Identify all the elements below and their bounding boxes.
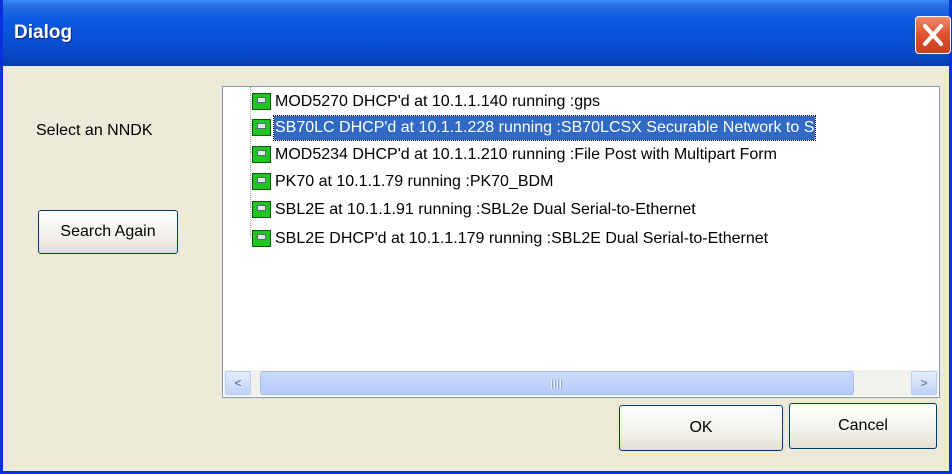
tree-item-label: PK70 at 10.1.1.79 running :PK70_BDM bbox=[275, 173, 554, 190]
horizontal-scrollbar[interactable]: < > bbox=[224, 370, 938, 396]
device-tree-view[interactable]: MOD5270 DHCP'd at 10.1.1.140 running :gp… bbox=[222, 86, 940, 398]
close-icon bbox=[923, 24, 943, 46]
window-title: Dialog bbox=[14, 22, 73, 43]
network-device-icon bbox=[252, 146, 271, 163]
tree-item-label: SB70LC DHCP'd at 10.1.1.228 running :SB7… bbox=[272, 115, 817, 141]
chevron-right-icon: > bbox=[920, 376, 928, 390]
scroll-right-button[interactable]: > bbox=[911, 371, 937, 395]
tree-item-label: MOD5270 DHCP'd at 10.1.1.140 running :gp… bbox=[275, 93, 601, 110]
tree-item-label: SBL2E at 10.1.1.91 running :SBL2e Dual S… bbox=[275, 201, 696, 218]
title-bar[interactable]: Dialog bbox=[3, 0, 951, 66]
close-button[interactable] bbox=[915, 16, 951, 54]
network-device-icon bbox=[252, 93, 271, 110]
scrollbar-thumb[interactable] bbox=[260, 371, 854, 395]
tree-item-label: SBL2E DHCP'd at 10.1.1.179 running :SBL2… bbox=[275, 230, 769, 247]
tree-connector-lines bbox=[250, 87, 263, 238]
ok-button[interactable]: OK bbox=[619, 405, 783, 451]
network-device-icon bbox=[252, 173, 271, 190]
search-again-button[interactable]: Search Again bbox=[38, 210, 178, 254]
grip-icon bbox=[551, 379, 563, 389]
chevron-left-icon: < bbox=[234, 376, 242, 390]
cancel-button[interactable]: Cancel bbox=[789, 403, 937, 449]
tree-item-label: MOD5234 DHCP'd at 10.1.1.210 running :Fi… bbox=[275, 146, 777, 163]
network-device-icon bbox=[252, 201, 271, 218]
dialog-window: Dialog Select an NNDK Search Again MOD52… bbox=[0, 0, 952, 474]
network-device-icon bbox=[252, 119, 271, 136]
select-nndk-label: Select an NNDK bbox=[36, 122, 153, 139]
scroll-left-button[interactable]: < bbox=[225, 371, 251, 395]
network-device-icon bbox=[252, 230, 271, 247]
